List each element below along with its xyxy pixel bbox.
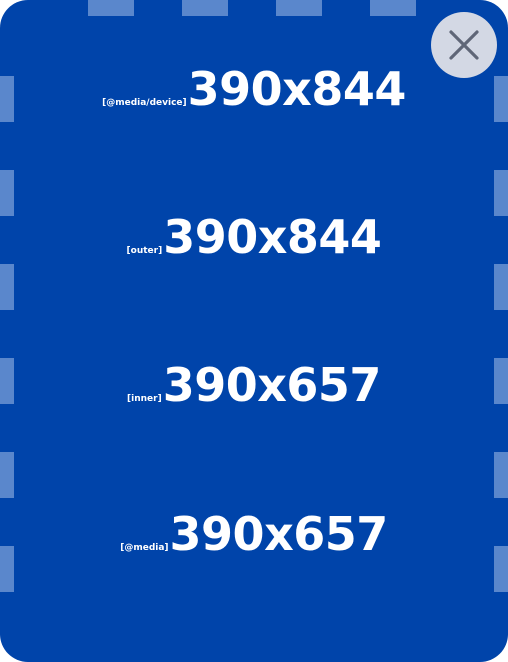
size-value: 390x844 <box>163 210 382 264</box>
border-mark <box>370 0 416 16</box>
size-tag: [@media] <box>120 543 169 553</box>
border-mark <box>276 0 322 16</box>
outer-size: [outer] 390x844 <box>0 214 508 260</box>
close-button[interactable] <box>431 12 497 78</box>
size-value: 390x844 <box>187 62 407 116</box>
border-mark <box>0 264 14 310</box>
size-value: 390x657 <box>162 358 382 412</box>
border-mark <box>494 170 508 216</box>
size-value: 390x657 <box>169 507 389 561</box>
viewport-size-overlay: [@media/device] 390x844 [outer] 390x844 … <box>0 0 508 662</box>
border-mark <box>0 170 14 216</box>
border-mark <box>494 452 508 498</box>
border-mark <box>494 264 508 310</box>
size-tag: [outer] <box>126 246 163 256</box>
device-media-size: [@media/device] 390x844 <box>0 66 508 112</box>
border-mark <box>0 452 14 498</box>
size-tag: [@media/device] <box>102 98 187 108</box>
size-tag: [inner] <box>127 394 162 404</box>
border-mark <box>182 0 228 16</box>
close-icon <box>448 29 480 61</box>
inner-size: [inner] 390x657 <box>0 362 508 408</box>
media-size: [@media] 390x657 <box>0 511 508 557</box>
border-mark <box>88 0 134 16</box>
